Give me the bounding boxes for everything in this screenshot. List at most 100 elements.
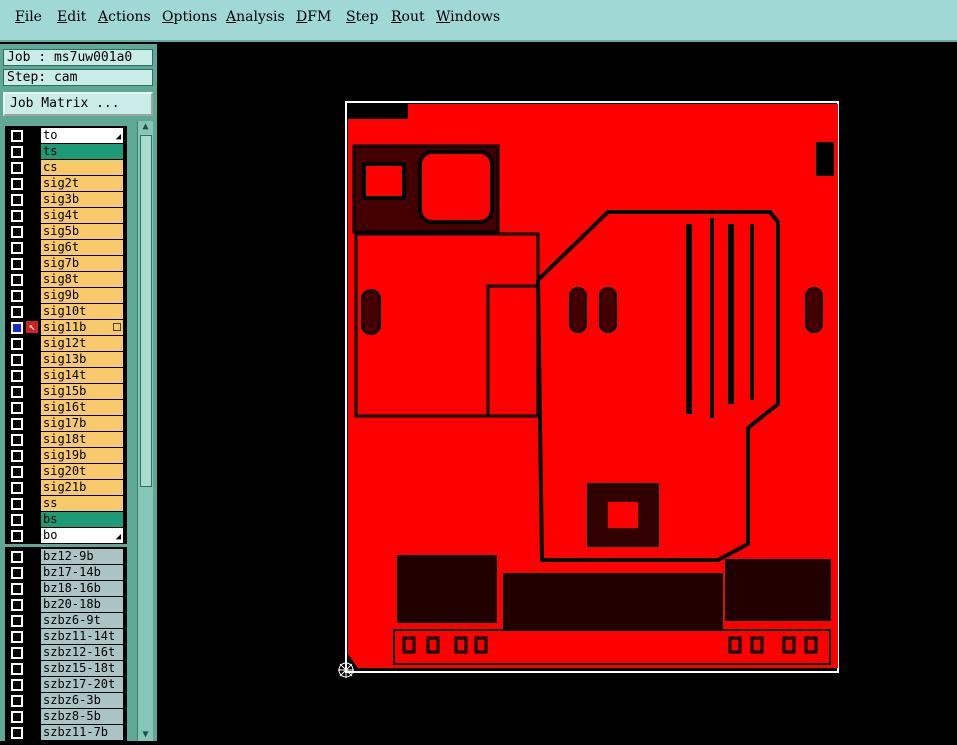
layer-checkbox[interactable] (11, 498, 23, 510)
drill-layer-row[interactable]: bz17-14b (5, 565, 127, 581)
menu-actions[interactable]: Actions (98, 9, 151, 25)
layer-name[interactable]: sig20t (41, 464, 123, 479)
layer-name[interactable]: sig8t (41, 272, 123, 287)
layer-checkbox[interactable] (11, 514, 23, 526)
menu-analysis[interactable]: Analysis (226, 9, 285, 25)
layer-name[interactable]: sig9b (41, 288, 123, 303)
layer-row[interactable]: sig17b (5, 416, 127, 432)
layer-name[interactable]: sig12t (41, 336, 123, 351)
layer-name[interactable]: sig2t (41, 176, 123, 191)
layer-checkbox[interactable] (11, 631, 23, 643)
layer-row[interactable]: sig10t (5, 304, 127, 320)
layer-name[interactable]: szbz15-18t (41, 661, 123, 676)
layer-checkbox[interactable] (11, 322, 23, 334)
layer-row[interactable]: bs (5, 512, 127, 528)
layer-name[interactable]: bz12-9b (41, 549, 123, 564)
layer-row[interactable]: sig15b (5, 384, 127, 400)
layer-list-scrollbar[interactable]: ▲ ▼ (137, 121, 153, 741)
layer-row[interactable]: sig12t (5, 336, 127, 352)
menu-edit[interactable]: Edit (57, 9, 86, 25)
layer-name[interactable]: bs (41, 512, 123, 527)
layer-checkbox[interactable] (11, 434, 23, 446)
layer-checkbox[interactable] (11, 567, 23, 579)
layer-row[interactable]: sig2t (5, 176, 127, 192)
layer-checkbox[interactable] (11, 290, 23, 302)
layer-checkbox[interactable] (11, 210, 23, 222)
layer-name[interactable]: sig3b (41, 192, 123, 207)
layer-checkbox[interactable] (11, 551, 23, 563)
layer-checkbox[interactable] (11, 663, 23, 675)
layer-row[interactable]: bo ◢ (5, 528, 127, 544)
layer-checkbox[interactable] (11, 711, 23, 723)
layer-name[interactable]: sig4t (41, 208, 123, 223)
layer-checkbox[interactable] (11, 482, 23, 494)
drill-layer-row[interactable]: szbz6-3b (5, 693, 127, 709)
layer-checkbox[interactable] (11, 402, 23, 414)
layer-row[interactable]: ts (5, 144, 127, 160)
layer-row[interactable]: sig19b (5, 448, 127, 464)
menu-file[interactable]: File (15, 9, 42, 25)
layer-name[interactable]: sig15b (41, 384, 123, 399)
layer-name[interactable]: szbz6-3b (41, 693, 123, 708)
layer-name[interactable]: sig6t (41, 240, 123, 255)
drill-layer-row[interactable]: szbz17-20t (5, 677, 127, 693)
layer-name[interactable]: szbz11-7b (41, 725, 123, 740)
layer-checkbox[interactable] (11, 679, 23, 691)
layer-checkbox[interactable] (11, 450, 23, 462)
layer-checkbox[interactable] (11, 418, 23, 430)
layer-name[interactable]: sig5b (41, 224, 123, 239)
menu-rout[interactable]: Rout (391, 9, 425, 25)
drill-layer-row[interactable]: bz20-18b (5, 597, 127, 613)
layer-checkbox[interactable] (11, 130, 23, 142)
layer-row[interactable]: sig9b (5, 288, 127, 304)
layer-name[interactable]: sig7b (41, 256, 123, 271)
layer-checkbox[interactable] (11, 338, 23, 350)
layer-row[interactable]: sig7b (5, 256, 127, 272)
menu-windows[interactable]: Windows (436, 9, 500, 25)
layer-row[interactable]: sig3b (5, 192, 127, 208)
layer-name[interactable]: sig11b (41, 320, 123, 335)
layer-row[interactable]: ss (5, 496, 127, 512)
layer-row[interactable]: sig21b (5, 480, 127, 496)
layer-row[interactable]: sig8t (5, 272, 127, 288)
layer-checkbox[interactable] (11, 647, 23, 659)
layer-row[interactable]: sig16t (5, 400, 127, 416)
menu-dfm[interactable]: DFM (296, 9, 331, 25)
layer-name[interactable]: ts (41, 144, 123, 159)
layer-name[interactable]: sig17b (41, 416, 123, 431)
layer-row[interactable]: sig13b (5, 352, 127, 368)
drill-layer-row[interactable]: bz12-9b (5, 549, 127, 565)
layer-checkbox[interactable] (11, 194, 23, 206)
menu-options[interactable]: Options (162, 9, 217, 25)
layer-checkbox[interactable] (11, 583, 23, 595)
layer-checkbox[interactable] (11, 727, 23, 739)
layer-name[interactable]: to ◢ (41, 128, 123, 143)
layer-name[interactable]: bo ◢ (41, 528, 123, 543)
layer-name[interactable]: sig19b (41, 448, 123, 463)
layer-row[interactable]: sig18t (5, 432, 127, 448)
layer-row[interactable]: to ◢ (5, 128, 127, 144)
layer-name[interactable]: sig16t (41, 400, 123, 415)
layer-row[interactable]: cs (5, 160, 127, 176)
layer-checkbox[interactable] (11, 162, 23, 174)
layer-checkbox[interactable] (11, 695, 23, 707)
layer-name[interactable]: bz18-16b (41, 581, 123, 596)
layer-name[interactable]: sig18t (41, 432, 123, 447)
layer-checkbox[interactable] (11, 242, 23, 254)
layer-name[interactable]: bz20-18b (41, 597, 123, 612)
layer-checkbox[interactable] (11, 146, 23, 158)
layer-checkbox[interactable] (11, 258, 23, 270)
layer-checkbox[interactable] (11, 530, 23, 542)
layer-checkbox[interactable] (11, 599, 23, 611)
graphics-canvas[interactable] (158, 44, 957, 745)
scroll-thumb[interactable] (140, 135, 152, 487)
layer-name[interactable]: szbz11-14t (41, 629, 123, 644)
layer-name[interactable]: sig21b (41, 480, 123, 495)
layer-row[interactable]: ↖ sig11b (5, 320, 127, 336)
layer-name[interactable]: szbz8-5b (41, 709, 123, 724)
layer-row[interactable]: sig20t (5, 464, 127, 480)
layer-row[interactable]: sig4t (5, 208, 127, 224)
layer-name[interactable]: ss (41, 496, 123, 511)
pcb-board-view[interactable] (158, 44, 957, 741)
layer-name[interactable]: szbz6-9t (41, 613, 123, 628)
